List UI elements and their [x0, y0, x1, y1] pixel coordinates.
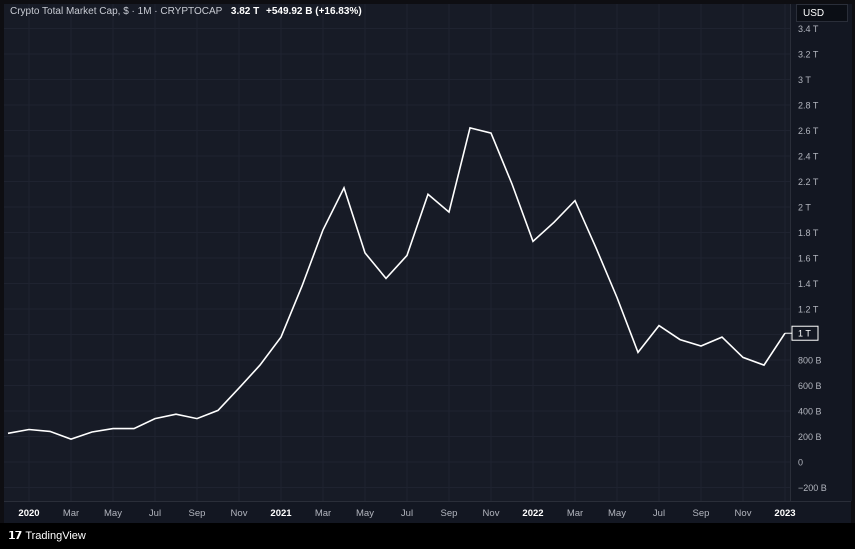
data-point [490, 132, 492, 134]
data-point [280, 336, 282, 338]
y-tick-label: 0 [798, 458, 803, 468]
y-tick-label: 600 B [798, 381, 822, 391]
data-point [574, 200, 576, 202]
y-tick-label: 200 B [798, 432, 822, 442]
y-tick-label: 1.6 T [798, 254, 819, 264]
x-tick-label: Mar [63, 508, 79, 519]
data-point [259, 364, 261, 366]
y-tick-label: 3.4 T [798, 24, 819, 34]
x-tick-label: Jul [401, 508, 413, 519]
data-point [469, 127, 471, 129]
y-tick-label: −200 B [798, 483, 827, 493]
y-tick-label: 1.2 T [798, 305, 819, 315]
x-tick-label: 2020 [18, 508, 39, 519]
x-tick-label: 2021 [270, 508, 292, 519]
data-point [112, 428, 114, 430]
data-point [721, 336, 723, 338]
y-tick-label: 2.2 T [798, 177, 819, 187]
data-point [364, 252, 366, 254]
data-point [343, 187, 345, 189]
data-point [7, 432, 9, 434]
currency-button[interactable]: USD [796, 4, 848, 22]
data-point [217, 409, 219, 411]
last-value: 3.82 T [230, 6, 260, 17]
change-value: +549.92 B (+16.83%) [266, 6, 362, 17]
y-tick-label: 2.4 T [798, 152, 819, 162]
x-tick-label: Sep [189, 508, 206, 519]
x-tick-label: May [356, 508, 374, 519]
data-point [679, 339, 681, 341]
data-point [448, 211, 450, 213]
data-point [742, 356, 744, 358]
data-point [637, 351, 639, 353]
data-point [427, 193, 429, 195]
data-point [49, 430, 51, 432]
x-tick-label: May [608, 508, 626, 519]
y-tick-label: 2.8 T [798, 101, 819, 111]
x-tick-label: Sep [693, 508, 710, 519]
data-point [154, 418, 156, 420]
x-tick-label: Nov [735, 508, 752, 519]
data-point [322, 229, 324, 231]
data-point [175, 413, 177, 415]
y-tick-label: 2.6 T [798, 126, 819, 136]
chart-header: Crypto Total Market Cap, $ · 1M · CRYPTO… [10, 6, 362, 17]
tradingview-logo-icon: 𝟭𝟳 [8, 530, 22, 542]
x-tick-label: 2022 [522, 508, 543, 519]
data-point [616, 297, 618, 299]
data-point [301, 285, 303, 287]
data-point [196, 418, 198, 420]
tradingview-logo[interactable]: 𝟭𝟳 TradingView [8, 529, 86, 543]
y-tick-label: 1.8 T [798, 228, 819, 238]
x-tick-label: 2023 [774, 508, 795, 519]
y-tick-label: 800 B [798, 356, 822, 366]
data-point [511, 183, 513, 185]
y-tick-label: 1.4 T [798, 279, 819, 289]
footer-bar [0, 523, 855, 549]
x-tick-label: May [104, 508, 122, 519]
data-point [91, 431, 93, 433]
x-tick-label: Mar [315, 508, 331, 519]
data-point [658, 325, 660, 327]
x-tick-label: Jul [149, 508, 161, 519]
chart-window: 3.4 T 3.2 T 3 T 2.8 T 2.6 T 2.4 T 2.2 T 2 T 1.8 … [0, 0, 855, 549]
y-tick-label: 3.2 T [798, 50, 819, 60]
data-point [553, 221, 555, 223]
chart-svg: 3.4 T 3.2 T 3 T 2.8 T 2.6 T 2.4 T 2.2 T 2 T 1.8 … [4, 4, 827, 519]
symbol-title[interactable]: Crypto Total Market Cap, $ · 1M · CRYPTO… [10, 6, 222, 17]
x-tick-label: Mar [567, 508, 583, 519]
data-point [238, 387, 240, 389]
y-tick-label: 400 B [798, 407, 822, 417]
data-point [763, 364, 765, 366]
data-point [700, 345, 702, 347]
data-point [532, 240, 534, 242]
data-point [70, 438, 72, 440]
data-point [595, 247, 597, 249]
x-tick-label: Nov [231, 508, 248, 519]
data-point [385, 277, 387, 279]
y-tick-label: 2 T [798, 203, 811, 213]
y-tick-label: 3 T [798, 75, 811, 85]
x-tick-label: Nov [483, 508, 500, 519]
data-point [28, 428, 30, 430]
x-tick-label: Sep [441, 508, 458, 519]
x-tick-label: Jul [653, 508, 665, 519]
data-point [406, 254, 408, 256]
brand-name: TradingView [25, 529, 86, 542]
last-price-label: 1 T [798, 329, 811, 339]
data-point [133, 428, 135, 430]
